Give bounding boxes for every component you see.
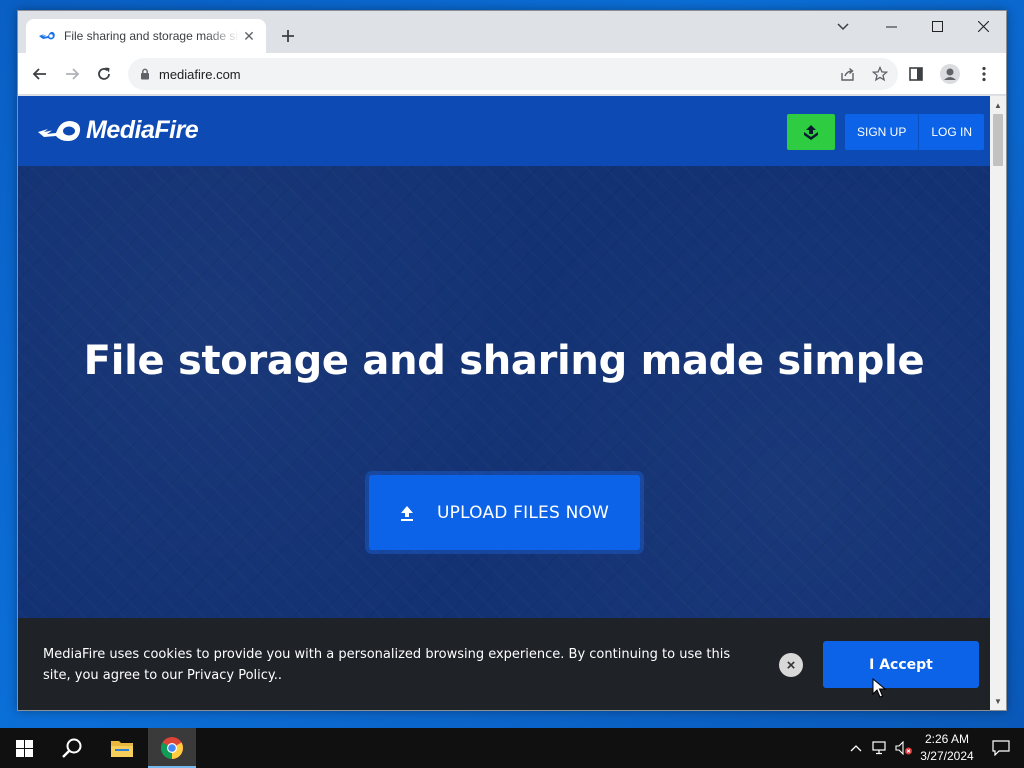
minimize-button[interactable] — [868, 11, 914, 41]
scroll-up-icon[interactable]: ▲ — [990, 98, 1006, 112]
back-button[interactable] — [26, 60, 54, 88]
lock-icon[interactable] — [140, 68, 150, 80]
cookie-message: MediaFire uses cookies to provide you wi… — [43, 647, 731, 683]
profile-button[interactable] — [936, 60, 964, 88]
maximize-button[interactable] — [914, 11, 960, 41]
page-scrollbar[interactable]: ▲ ▼ — [990, 96, 1006, 710]
chevron-down-icon — [837, 23, 849, 31]
network-icon — [872, 741, 886, 755]
tab-mediafire[interactable]: File sharing and storage made simple ✕ — [26, 19, 266, 53]
tab-title: File sharing and storage made simple — [64, 29, 240, 43]
clock-time: 2:26 AM — [924, 732, 970, 746]
hero-title: File storage and sharing made simple — [83, 338, 925, 384]
url-text: mediafire.com — [159, 66, 241, 82]
taskbar-search-button[interactable] — [48, 728, 96, 768]
system-tray: 2:26 AM 3/27/2024 — [844, 728, 1024, 768]
forward-button[interactable] — [58, 60, 86, 88]
chevron-up-icon — [850, 745, 862, 752]
minimize-icon — [885, 26, 897, 27]
log-in-button[interactable]: LOG IN — [919, 114, 985, 150]
kebab-menu-icon — [982, 66, 986, 82]
file-explorer-button[interactable] — [98, 728, 146, 768]
arrow-left-icon — [32, 68, 46, 80]
chrome-icon — [161, 737, 183, 759]
clock-date: 3/27/2024 — [920, 749, 974, 763]
mouse-cursor-icon — [872, 678, 886, 698]
mediafire-flame-icon — [38, 120, 81, 141]
auth-buttons: SIGN UP LOG IN — [845, 114, 985, 150]
upload-arrow-icon — [401, 505, 413, 521]
side-panel-icon — [909, 67, 923, 81]
star-icon — [872, 66, 888, 82]
tab-strip: File sharing and storage made simple ✕ — [18, 11, 1006, 53]
reload-button[interactable] — [90, 60, 118, 88]
address-bar[interactable]: mediafire.com — [128, 58, 898, 90]
upload-files-now-button[interactable]: UPLOAD FILES NOW — [369, 475, 640, 550]
volume-muted-icon — [895, 741, 912, 755]
plus-icon — [282, 30, 294, 42]
cookie-banner: MediaFire uses cookies to provide you wi… — [18, 618, 990, 710]
tab-search-button[interactable] — [828, 15, 858, 39]
tab-close-button[interactable]: ✕ — [240, 27, 258, 45]
scroll-down-icon[interactable]: ▼ — [990, 694, 1006, 708]
chrome-taskbar-button[interactable] — [148, 728, 196, 768]
toolbar-actions — [902, 60, 998, 88]
upload-icon — [804, 125, 818, 140]
cookie-close-button[interactable]: × — [779, 653, 803, 677]
close-icon — [977, 20, 989, 32]
search-icon — [62, 738, 82, 758]
action-center-button[interactable] — [978, 728, 1024, 768]
bookmark-button[interactable] — [868, 62, 892, 86]
brand-name: MediaFire — [86, 116, 199, 144]
omnibox-actions — [836, 62, 892, 86]
network-button[interactable] — [868, 728, 892, 768]
volume-button[interactable] — [892, 728, 916, 768]
start-button[interactable] — [0, 728, 48, 768]
scroll-thumb[interactable] — [993, 114, 1003, 166]
arrow-right-icon — [66, 68, 80, 80]
page-viewport: MediaFire SIGN UP LOG IN File storage an… — [18, 96, 990, 710]
maximize-icon — [931, 20, 943, 32]
mediafire-flame-icon — [38, 27, 56, 45]
windows-logo-icon — [15, 739, 33, 757]
browser-window: File sharing and storage made simple ✕ — [17, 10, 1007, 711]
share-icon — [841, 67, 854, 81]
share-button[interactable] — [836, 62, 860, 86]
mediafire-logo[interactable]: MediaFire — [38, 116, 199, 145]
browser-menu-button[interactable] — [970, 60, 998, 88]
window-controls — [868, 11, 1006, 41]
side-panel-button[interactable] — [902, 60, 930, 88]
upload-files-now-label: UPLOAD FILES NOW — [437, 502, 610, 523]
browser-toolbar: mediafire.com — [18, 53, 1006, 95]
new-tab-button[interactable] — [276, 24, 300, 48]
reload-icon — [98, 67, 110, 80]
show-hidden-icons-button[interactable] — [844, 728, 868, 768]
profile-icon — [940, 64, 960, 84]
sign-up-button[interactable]: SIGN UP — [845, 114, 919, 150]
notification-icon — [992, 740, 1010, 756]
folder-icon — [111, 741, 133, 757]
accept-cookies-button[interactable]: I Accept — [823, 641, 979, 688]
close-window-button[interactable] — [960, 11, 1006, 41]
taskbar: 2:26 AM 3/27/2024 — [0, 728, 1024, 768]
site-header: MediaFire SIGN UP LOG IN — [18, 96, 990, 166]
upload-button[interactable] — [787, 114, 835, 150]
taskbar-clock[interactable]: 2:26 AM 3/27/2024 — [916, 731, 978, 765]
